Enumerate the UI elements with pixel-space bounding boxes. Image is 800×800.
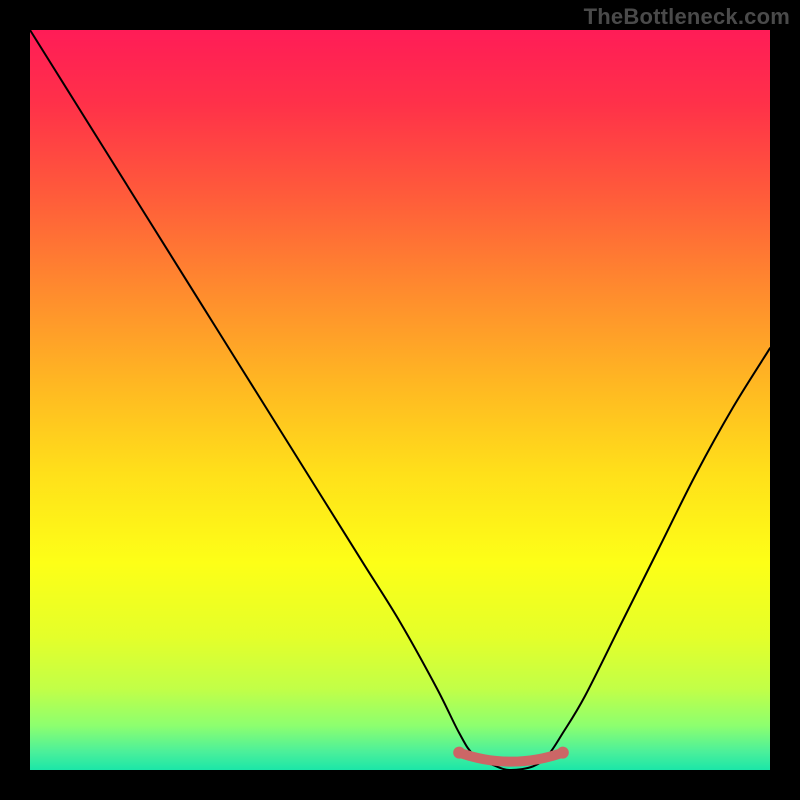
gradient-svg [30,30,770,770]
optimal-zone-cap-left [453,747,465,759]
chart-canvas: TheBottleneck.com [0,0,800,800]
plot-area [30,30,770,770]
gradient-rect [30,30,770,770]
optimal-zone-cap-right [557,747,569,759]
watermark-text: TheBottleneck.com [584,4,790,30]
